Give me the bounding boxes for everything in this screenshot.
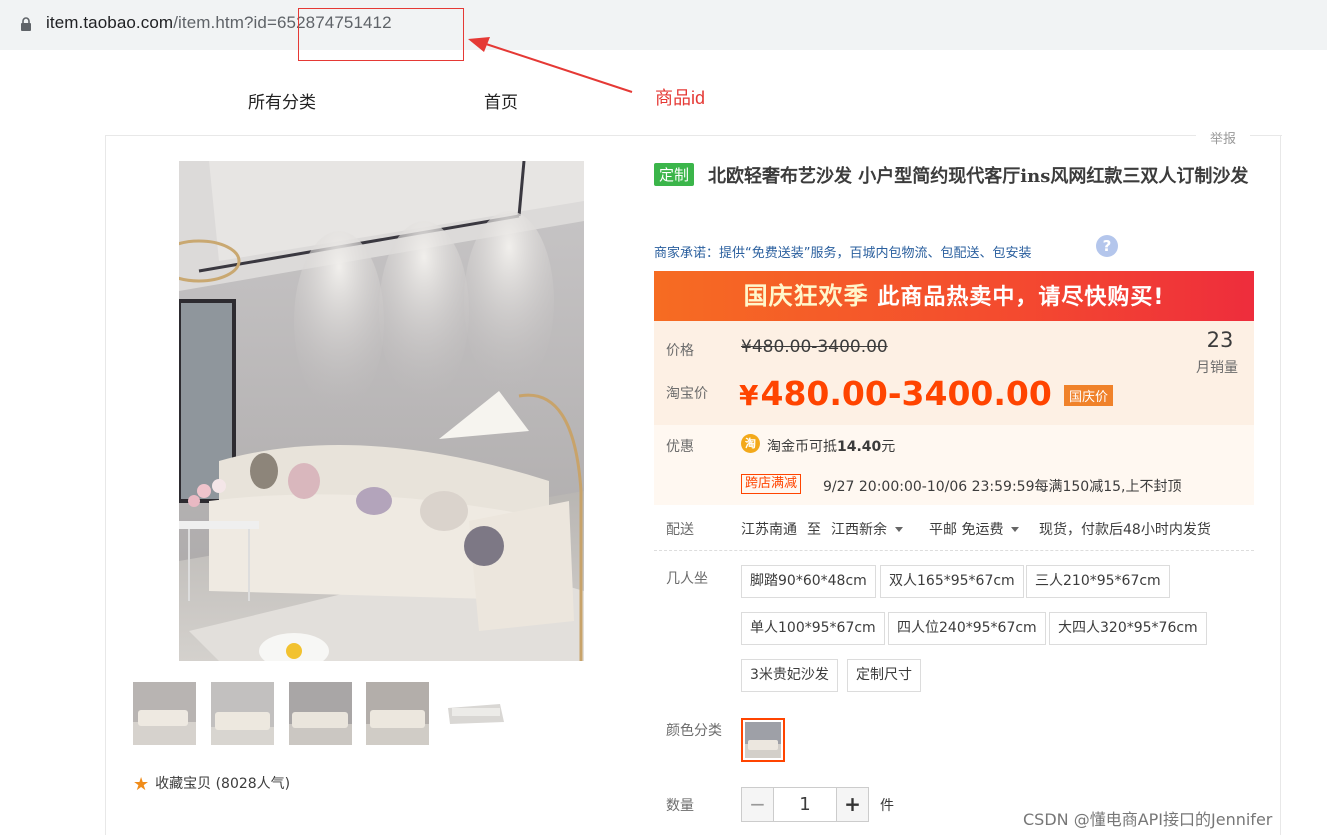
product-id-highlight-box bbox=[298, 8, 464, 61]
seat-option[interactable]: 双人165*95*67cm bbox=[880, 565, 1024, 598]
thumbnail-3-image bbox=[289, 682, 352, 745]
thumbnail-2-image bbox=[211, 682, 274, 745]
cross-store-text: 9/27 20:00:00-10/06 23:59:59每满150减15,上不封… bbox=[823, 479, 1182, 495]
seat-option[interactable]: 定制尺寸 bbox=[847, 659, 921, 692]
nav-all-categories[interactable]: 所有分类 bbox=[248, 88, 316, 113]
coin-unit: 元 bbox=[881, 439, 896, 455]
custom-tag: 定制 bbox=[654, 163, 695, 186]
taobao-coin-icon: 淘 bbox=[741, 434, 760, 453]
panel-right-border bbox=[1280, 135, 1281, 835]
thumbnail-1[interactable] bbox=[133, 682, 196, 745]
nav-home[interactable]: 首页 bbox=[484, 88, 518, 113]
color-swatch-image bbox=[745, 722, 781, 758]
main-product-image[interactable] bbox=[179, 161, 584, 661]
seats-label: 几人坐 bbox=[666, 571, 708, 587]
seat-option[interactable]: 大四人320*95*76cm bbox=[1049, 612, 1207, 645]
chevron-down-icon bbox=[1011, 527, 1020, 532]
thumbnail-5[interactable] bbox=[444, 682, 507, 745]
favorite-text: 收藏宝贝 (8028人气) bbox=[155, 776, 291, 792]
divider bbox=[654, 550, 1254, 551]
lock-icon bbox=[21, 17, 31, 31]
product-title: 北欧轻奢布艺沙发 小户型简约现代客厅ins风网红款三双人订制沙发 bbox=[708, 166, 1249, 187]
taobao-price: ¥480.00-3400.00 bbox=[739, 374, 1052, 413]
delivery-to-word: 至 bbox=[807, 522, 821, 538]
color-swatch-illustration bbox=[745, 722, 781, 758]
discount-label: 优惠 bbox=[666, 439, 694, 455]
quantity-label: 数量 bbox=[666, 798, 694, 814]
banner-title: 国庆狂欢季 bbox=[743, 282, 869, 310]
shipping-method: 平邮 免运费 bbox=[929, 522, 1004, 538]
price-label: 价格 bbox=[666, 343, 694, 359]
stock-info: 现货，付款后48小时内发货 bbox=[1039, 522, 1211, 538]
taobao-price-value: 480.00-3400.00 bbox=[760, 374, 1052, 413]
quantity-input[interactable]: 1 bbox=[774, 787, 836, 822]
quantity-increase-button[interactable]: + bbox=[836, 787, 869, 822]
seat-option[interactable]: 3米贵妃沙发 bbox=[741, 659, 838, 692]
original-price: ¥480.00-3400.00 bbox=[741, 337, 888, 357]
quantity-unit: 件 bbox=[880, 798, 894, 814]
seat-option[interactable]: 四人位240*95*67cm bbox=[888, 612, 1046, 645]
delivery-label: 配送 bbox=[666, 522, 694, 538]
coin-discount-text: 淘金币可抵14.40元 bbox=[767, 436, 895, 456]
sofa-room-illustration bbox=[179, 161, 584, 661]
color-label: 颜色分类 bbox=[666, 723, 722, 739]
help-icon[interactable]: ? bbox=[1096, 235, 1118, 257]
delivery-from: 江苏南通 bbox=[741, 522, 797, 538]
report-link[interactable]: 举报 bbox=[1196, 128, 1251, 147]
seat-option[interactable]: 三人210*95*67cm bbox=[1026, 565, 1170, 598]
thumbnail-5-image bbox=[444, 682, 507, 745]
seat-option[interactable]: 脚踏90*60*48cm bbox=[741, 565, 876, 598]
thumbnail-4[interactable] bbox=[366, 682, 429, 745]
monthly-sales-count: 23 bbox=[1206, 328, 1234, 352]
annotation-label: 商品id bbox=[655, 88, 706, 108]
shipping-select[interactable]: 平邮 免运费 bbox=[929, 519, 1020, 539]
star-icon: ★ bbox=[133, 774, 150, 795]
promo-banner: 国庆狂欢季 此商品热卖中，请尽快购买! bbox=[654, 271, 1254, 321]
currency-symbol: ¥ bbox=[739, 379, 759, 412]
address-bar-area: item.taobao.com/item.htm?id=652874751412 bbox=[0, 0, 1327, 50]
seat-option[interactable]: 单人100*95*67cm bbox=[741, 612, 885, 645]
merchant-promise: 商家承诺：提供“免费送装”服务，百城内包物流、包配送、包安装 bbox=[654, 246, 1032, 261]
color-swatch[interactable] bbox=[741, 718, 785, 762]
quantity-decrease-button[interactable]: − bbox=[741, 787, 774, 822]
delivery-destination-select[interactable]: 江西新余 bbox=[831, 519, 903, 539]
thumbnail-4-image bbox=[366, 682, 429, 745]
promo-banner-text: 国庆狂欢季 此商品热卖中，请尽快购买! bbox=[654, 271, 1254, 321]
cross-store-tag: 跨店满减 bbox=[741, 474, 802, 494]
monthly-sales-label: 月销量 bbox=[1196, 360, 1238, 376]
chevron-down-icon bbox=[895, 527, 903, 532]
delivery-destination: 江西新余 bbox=[831, 522, 887, 538]
favorite-link[interactable]: ★ 收藏宝贝 (8028人气) bbox=[133, 773, 290, 795]
thumbnail-1-image bbox=[133, 682, 196, 745]
csdn-watermark: CSDN @懂电商API接口的Jennifer bbox=[1023, 810, 1273, 829]
banner-subtitle: 此商品热卖中，请尽快购买! bbox=[877, 285, 1165, 310]
thumbnail-2[interactable] bbox=[211, 682, 274, 745]
url-host: item.taobao.com bbox=[46, 13, 174, 32]
coin-text: 淘金币可抵 bbox=[767, 439, 837, 455]
thumbnail-3[interactable] bbox=[289, 682, 352, 745]
taobao-price-label: 淘宝价 bbox=[666, 386, 708, 402]
coin-amount: 14.40 bbox=[837, 439, 882, 455]
national-day-price-tag: 国庆价 bbox=[1064, 385, 1114, 406]
